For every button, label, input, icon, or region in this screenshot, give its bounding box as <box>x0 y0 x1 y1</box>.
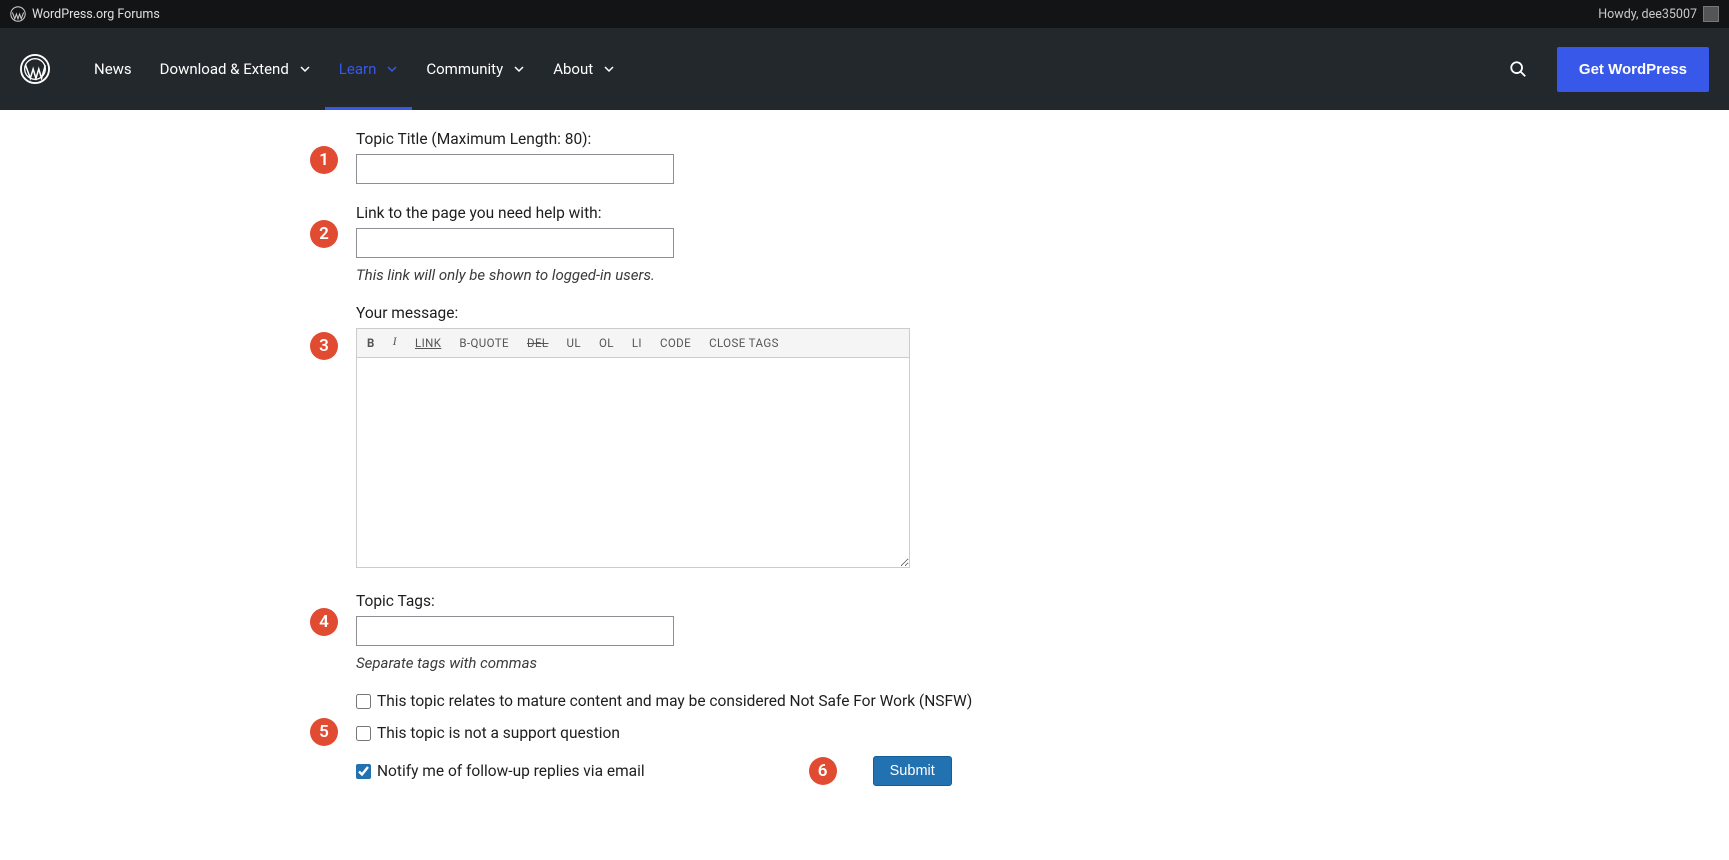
link-label: Link to the page you need help with: <box>356 204 1729 222</box>
toolbar-ul-button[interactable]: UL <box>566 336 580 350</box>
toolbar-link-button[interactable]: LINK <box>415 336 441 350</box>
annotation-2: 2 <box>310 220 338 248</box>
row-link: 2 Link to the page you need help with: T… <box>356 204 1729 284</box>
topic-title-label: Topic Title (Maximum Length: 80): <box>356 130 1729 148</box>
nav-news[interactable]: News <box>80 28 146 110</box>
admin-bar-howdy: Howdy, dee35007 <box>1598 7 1697 22</box>
row-topic-title: 1 Topic Title (Maximum Length: 80): <box>356 130 1729 184</box>
nav-community[interactable]: Community <box>412 28 539 110</box>
nav-learn[interactable]: Learn <box>325 28 413 110</box>
chevron-down-icon <box>513 63 525 75</box>
topic-form: 1 Topic Title (Maximum Length: 80): 2 Li… <box>0 110 1729 860</box>
nav-download-extend[interactable]: Download & Extend <box>146 28 325 110</box>
message-label: Your message: <box>356 304 1729 322</box>
toolbar-bquote-button[interactable]: B-QUOTE <box>459 336 509 350</box>
wordpress-logo-icon[interactable] <box>20 54 50 84</box>
admin-bar-site-link[interactable]: WordPress.org Forums <box>32 7 160 22</box>
annotation-3: 3 <box>310 332 338 360</box>
editor-toolbar: B I LINK B-QUOTE DEL UL OL LI CODE CLOSE… <box>356 328 910 358</box>
row-not-support: 5 This topic is not a support question <box>356 724 1729 742</box>
message-textarea[interactable] <box>356 358 910 568</box>
notify-label[interactable]: Notify me of follow-up replies via email <box>377 762 645 780</box>
toolbar-del-button[interactable]: DEL <box>527 336 548 350</box>
row-message: 3 Your message: B I LINK B-QUOTE DEL UL … <box>356 304 1729 572</box>
message-editor: B I LINK B-QUOTE DEL UL OL LI CODE CLOSE… <box>356 328 910 572</box>
nav-about[interactable]: About <box>539 28 629 110</box>
annotation-4: 4 <box>310 608 338 636</box>
chevron-down-icon <box>299 63 311 75</box>
annotation-1: 1 <box>310 146 338 174</box>
nsfw-label[interactable]: This topic relates to mature content and… <box>377 692 972 710</box>
toolbar-li-button[interactable]: LI <box>632 336 642 350</box>
tags-label: Topic Tags: <box>356 592 1729 610</box>
link-input[interactable] <box>356 228 674 258</box>
toolbar-bold-button[interactable]: B <box>367 336 375 350</box>
nsfw-checkbox[interactable] <box>356 694 371 709</box>
toolbar-italic-button[interactable]: I <box>393 336 397 350</box>
chevron-down-icon <box>603 63 615 75</box>
topic-title-input[interactable] <box>356 154 674 184</box>
get-wordpress-button[interactable]: Get WordPress <box>1557 47 1709 92</box>
admin-bar-account[interactable]: Howdy, dee35007 <box>1598 6 1719 22</box>
row-tags: 4 Topic Tags: Separate tags with commas <box>356 592 1729 672</box>
site-header: News Download & Extend Learn Community A… <box>0 28 1729 110</box>
row-nsfw: This topic relates to mature content and… <box>356 692 1729 710</box>
tags-hint: Separate tags with commas <box>356 654 1729 672</box>
toolbar-ol-button[interactable]: OL <box>599 336 614 350</box>
link-hint: This link will only be shown to logged-i… <box>356 266 1729 284</box>
not-support-checkbox[interactable] <box>356 726 371 741</box>
admin-bar: WordPress.org Forums Howdy, dee35007 <box>0 0 1729 28</box>
wordpress-mini-icon <box>10 6 26 22</box>
toolbar-code-button[interactable]: CODE <box>660 336 691 350</box>
annotation-6: 6 <box>809 757 837 785</box>
main-nav: News Download & Extend Learn Community A… <box>80 28 629 110</box>
submit-button[interactable]: Submit <box>873 756 952 786</box>
admin-bar-left[interactable]: WordPress.org Forums <box>10 6 160 22</box>
avatar-icon <box>1703 6 1719 22</box>
row-notify-submit: Notify me of follow-up replies via email… <box>356 756 1729 786</box>
not-support-label[interactable]: This topic is not a support question <box>377 724 620 742</box>
search-icon[interactable] <box>1509 60 1527 78</box>
tags-input[interactable] <box>356 616 674 646</box>
notify-checkbox[interactable] <box>356 764 371 779</box>
annotation-5: 5 <box>310 718 338 746</box>
chevron-down-icon <box>386 63 398 75</box>
toolbar-close-tags-button[interactable]: CLOSE TAGS <box>709 336 779 350</box>
